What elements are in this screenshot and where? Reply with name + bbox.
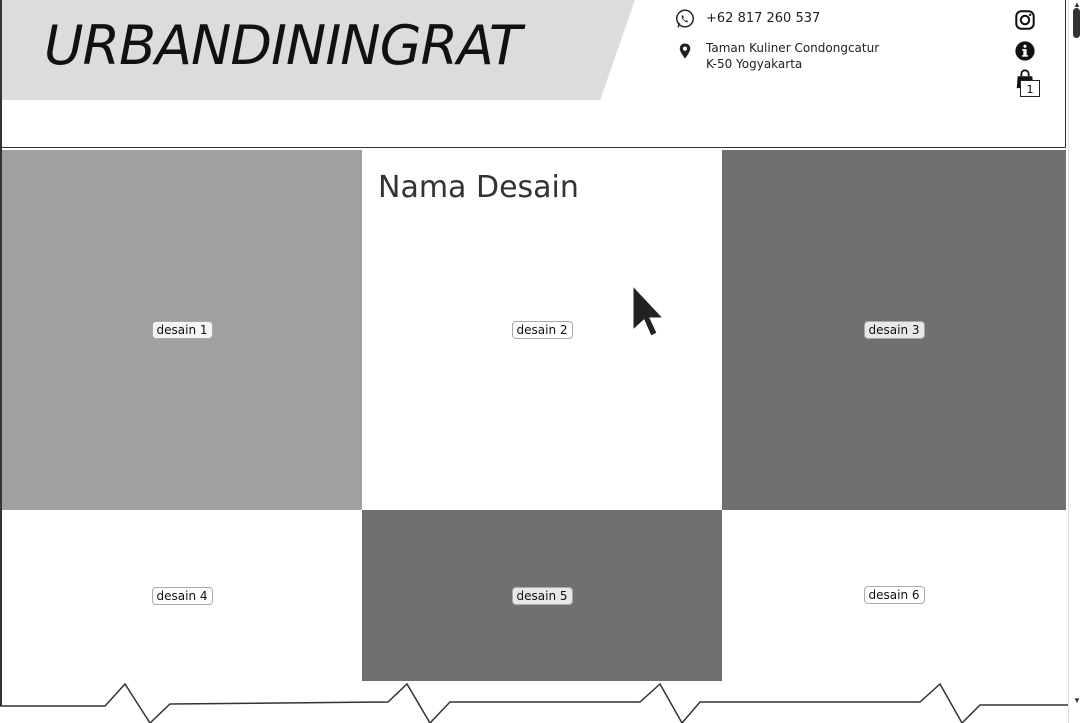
address-line-1: Taman Kuliner Condongcatur [706,41,880,55]
design-1-button[interactable]: desain 1 [151,321,213,339]
design-tile-4[interactable]: desain 4 [2,510,362,681]
scroll-thumb[interactable] [1073,8,1080,38]
phone-number: +62 817 260 537 [706,11,821,26]
torn-edge-divider [0,682,1068,723]
mouse-cursor-icon [632,284,665,337]
address-contact[interactable]: Taman Kuliner Condongcatur K-50 Yogyakar… [676,40,879,72]
info-icon[interactable] [1014,40,1036,62]
address-line-2: K-50 Yogyakarta [706,57,803,71]
page-title: Nama Desain [378,170,579,205]
design-2-button[interactable]: desain 2 [511,321,573,339]
design-tile-3[interactable]: desain 3 [722,150,1066,510]
vertical-scrollbar[interactable]: ▲ ▼ [1068,0,1084,723]
design-3-button[interactable]: desain 3 [863,321,925,339]
design-5-button[interactable]: desain 5 [511,586,573,605]
instagram-icon[interactable] [1014,9,1036,31]
design-4-button[interactable]: desain 4 [151,586,213,605]
whatsapp-icon [676,9,694,28]
site-logo[interactable]: URBANDININGRAT [44,14,522,77]
scroll-down-arrow-icon[interactable]: ▼ [1073,696,1081,705]
phone-contact[interactable]: +62 817 260 537 [674,8,820,30]
design-6-button[interactable]: desain 6 [863,586,925,604]
design-tile-6[interactable]: desain 6 [722,510,1066,680]
cart-count-badge: 1 [1020,80,1040,97]
location-pin-icon [679,43,691,59]
design-tile-5[interactable]: desain 5 [362,510,722,681]
design-tile-1[interactable]: desain 1 [2,150,362,510]
